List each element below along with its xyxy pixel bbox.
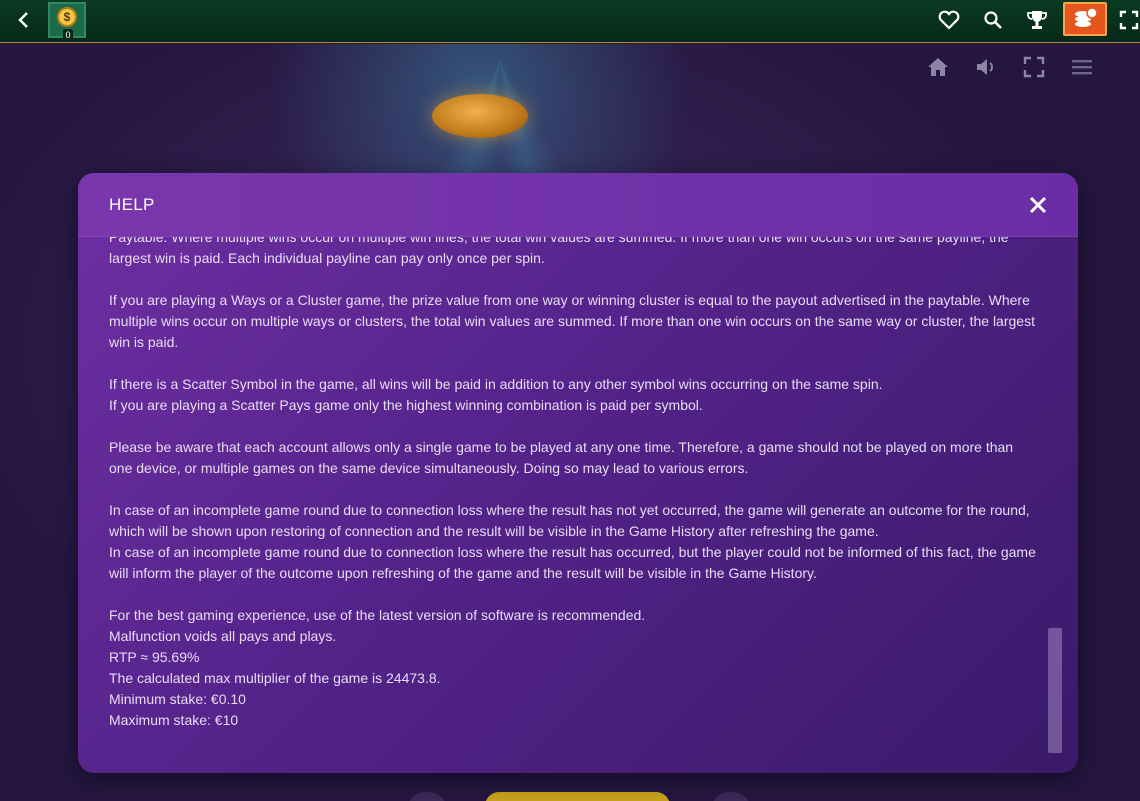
spin-button[interactable] — [485, 792, 670, 801]
minimum-stake: Minimum stake: €0.10 — [109, 691, 246, 707]
help-line: In case of an incomplete game round due … — [109, 544, 1036, 581]
max-multiplier: The calculated max multiplier of the gam… — [109, 670, 441, 686]
help-line: If there is a Scatter Symbol in the game… — [109, 376, 883, 392]
help-line: If you are playing a Ways or a Cluster g… — [109, 292, 1035, 350]
back-icon[interactable] — [12, 8, 36, 32]
help-line: Please be aware that each account allows… — [109, 439, 1014, 476]
cashier-icon[interactable] — [1063, 2, 1107, 36]
paragraph-game-info: For the best gaming experience, use of t… — [109, 605, 1039, 731]
paragraph-paytable: Paytable. Where multiple wins occur on m… — [109, 237, 1039, 269]
close-icon[interactable] — [1026, 193, 1050, 217]
help-line: Paytable. Where multiple wins occur on m… — [109, 237, 1009, 266]
bottom-right-button[interactable] — [712, 792, 750, 801]
bottom-left-button[interactable] — [408, 792, 446, 801]
wallet-count: 0 — [63, 29, 73, 40]
paragraph-scatter: If there is a Scatter Symbol in the game… — [109, 374, 1039, 416]
gold-coin-logo — [432, 94, 528, 138]
help-content[interactable]: Paytable. Where multiple wins occur on m… — [109, 237, 1039, 773]
help-line: Malfunction voids all pays and plays. — [109, 628, 337, 644]
top-bar: $ 0 — [0, 0, 1140, 43]
modal-header: HELP — [78, 173, 1078, 237]
wallet-button[interactable]: $ 0 — [48, 2, 86, 40]
home-icon[interactable] — [925, 54, 951, 80]
fullscreen-icon[interactable] — [1118, 7, 1140, 33]
paragraph-ways-cluster: If you are playing a Ways or a Cluster g… — [109, 290, 1039, 353]
sound-icon[interactable] — [973, 54, 999, 80]
scrollbar-thumb[interactable] — [1048, 628, 1062, 753]
menu-icon[interactable] — [1069, 54, 1095, 80]
maximum-stake: Maximum stake: €10 — [109, 712, 239, 728]
help-line: For the best gaming experience, use of t… — [109, 607, 646, 623]
heart-icon[interactable] — [936, 7, 962, 33]
paragraph-connection-loss: In case of an incomplete game round due … — [109, 500, 1039, 584]
help-modal: HELP Paytable. Where multiple wins occur… — [78, 173, 1078, 773]
rtp-value: RTP ≈ 95.69% — [109, 649, 200, 665]
modal-title: HELP — [109, 195, 155, 214]
dollar-coin-icon: $ — [57, 7, 77, 27]
expand-icon[interactable] — [1021, 54, 1047, 80]
paragraph-single-game: Please be aware that each account allows… — [109, 437, 1039, 479]
help-line: If you are playing a Scatter Pays game o… — [109, 397, 703, 413]
search-icon[interactable] — [980, 7, 1006, 33]
trophy-icon[interactable] — [1024, 7, 1050, 33]
help-line: In case of an incomplete game round due … — [109, 502, 1030, 539]
